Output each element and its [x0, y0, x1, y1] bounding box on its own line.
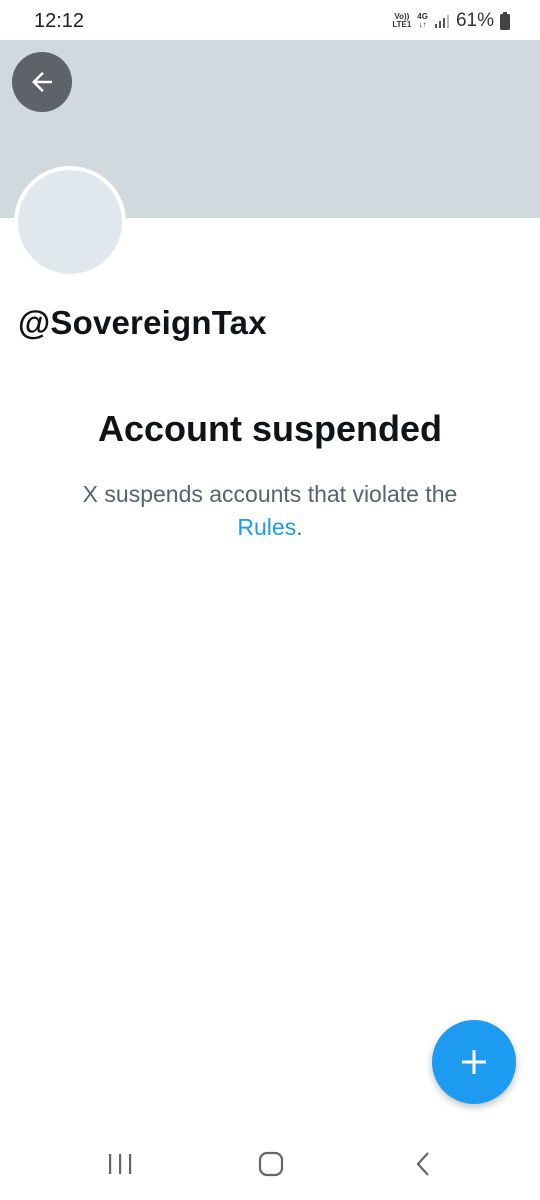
data-arrows-icon: ↓↑: [418, 20, 427, 29]
home-button[interactable]: [241, 1142, 301, 1186]
suspension-message: X suspends accounts that violate the Rul…: [40, 478, 500, 544]
back-button[interactable]: [12, 52, 72, 112]
recents-button[interactable]: [90, 1142, 150, 1186]
status-bar: 12:12 Vo)) LTE1 4G ↓↑ 61%: [0, 0, 540, 40]
system-back-button[interactable]: [393, 1142, 453, 1186]
suspension-message-text: X suspends accounts that violate the: [82, 481, 458, 507]
home-icon: [258, 1151, 284, 1177]
recents-icon: [109, 1154, 132, 1174]
status-icons: Vo)) LTE1 4G ↓↑ 61%: [392, 8, 510, 34]
chevron-left-icon: [416, 1152, 429, 1176]
status-time: 12:12: [34, 10, 85, 32]
suspension-message-suffix: .: [296, 514, 303, 540]
rules-link[interactable]: Rules: [237, 514, 296, 540]
avatar: [14, 166, 126, 278]
profile-handle: @SovereignTax: [18, 304, 267, 341]
battery-icon: [500, 12, 510, 30]
compose-button[interactable]: [432, 1020, 516, 1104]
volte-indicator: Vo)) LTE1: [392, 13, 411, 29]
navigation-bar: [0, 1128, 540, 1200]
profile-screen: 12:12 Vo)) LTE1 4G ↓↑ 61% @SovereignTax …: [0, 0, 540, 1200]
signal-icon: [434, 15, 449, 28]
arrow-left-icon: [32, 72, 52, 92]
plus-icon: [462, 1050, 486, 1074]
suspension-title: Account suspended: [97, 408, 443, 449]
battery-percentage: 61%: [455, 10, 494, 31]
network-indicator: 4G ↓↑: [417, 13, 428, 29]
volte-bottom-label: LTE1: [392, 20, 412, 29]
